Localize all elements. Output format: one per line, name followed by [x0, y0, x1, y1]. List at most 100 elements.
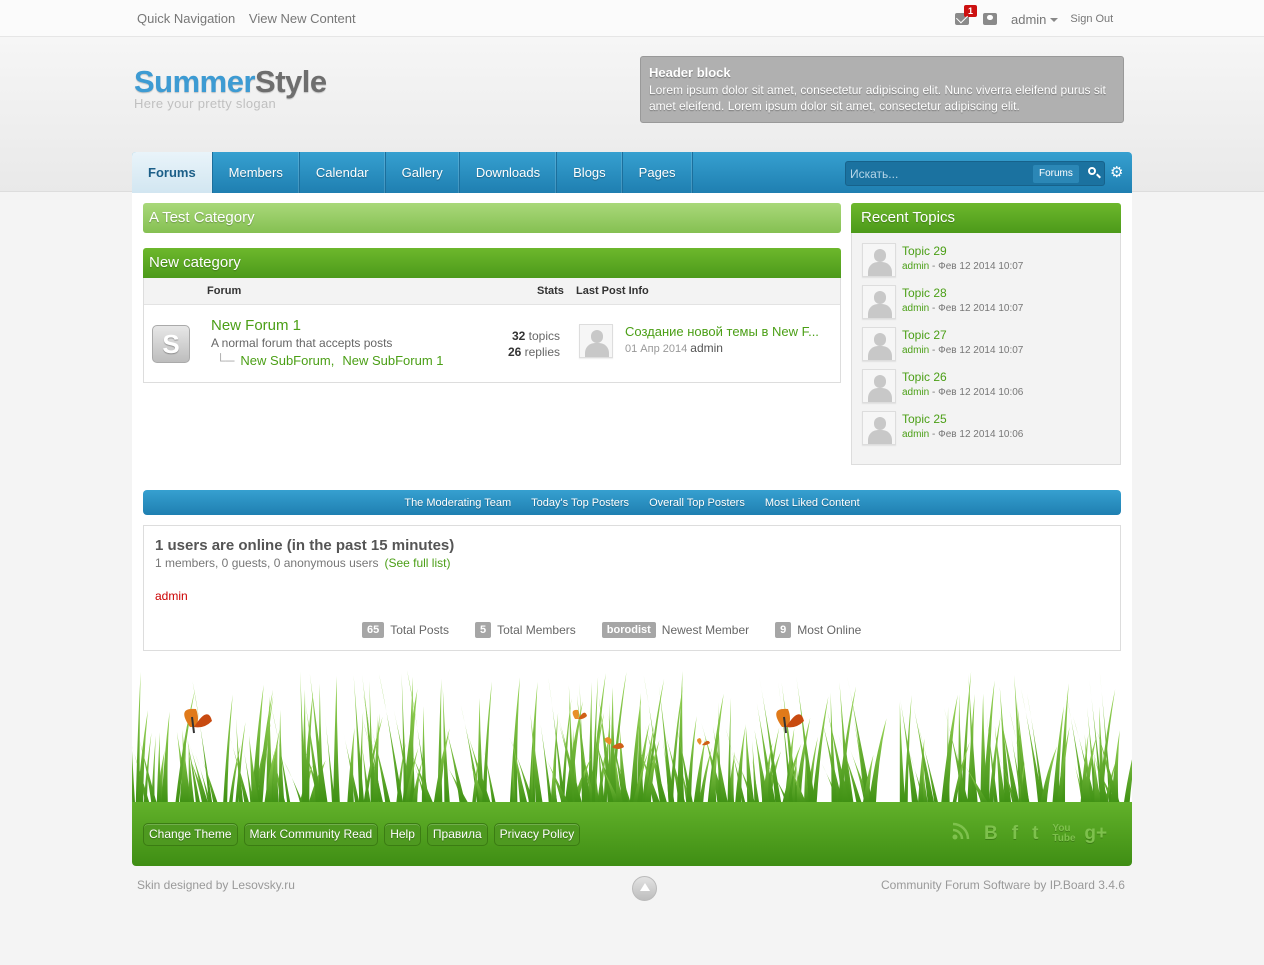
change-theme-button[interactable]: Change Theme: [143, 823, 238, 846]
grass-blade: [677, 670, 685, 805]
last-post-meta: 01 Апр 2014 admin: [625, 341, 723, 355]
skin-credit[interactable]: Skin designed by Lesovsky.ru: [137, 878, 295, 892]
recent-topic-author[interactable]: admin: [902, 261, 929, 272]
online-users-title: 1 users are online (in the past 15 minut…: [155, 537, 455, 554]
grass-blade: [811, 696, 829, 805]
list-item: Topic 25 admin - Фев 12 2014 10:06: [852, 401, 1122, 445]
privacy-policy-button[interactable]: Privacy Policy: [493, 823, 581, 846]
avatar[interactable]: [862, 327, 896, 361]
category-header-test[interactable]: A Test Category: [143, 203, 841, 233]
youtube-icon[interactable]: You Tube: [1052, 824, 1075, 844]
google-plus-icon[interactable]: g+: [1084, 823, 1107, 845]
sign-out-link[interactable]: Sign Out: [1070, 13, 1113, 25]
subforum-link[interactable]: New SubForum 1: [342, 353, 443, 368]
list-item: Topic 29 admin - Фев 12 2014 10:07: [852, 233, 1122, 277]
recent-topic-link[interactable]: Topic 27: [902, 328, 947, 342]
tab-calendar[interactable]: Calendar: [300, 152, 386, 193]
avatar[interactable]: [862, 369, 896, 403]
recent-topic-author[interactable]: admin: [902, 387, 929, 398]
user-menu-link[interactable]: admin: [1011, 12, 1046, 27]
grass-blade: [132, 750, 136, 805]
avatar[interactable]: [579, 324, 613, 358]
blogger-icon[interactable]: B: [984, 823, 998, 845]
recent-topic-link[interactable]: Topic 28: [902, 286, 947, 300]
header-block-text: Lorem ipsum dolor sit amet, consectetur …: [649, 83, 1106, 113]
forum-title-link[interactable]: New Forum 1: [211, 317, 301, 334]
user-bar: Quick Navigation View New Content 1 admi…: [0, 0, 1264, 37]
avatar[interactable]: [862, 411, 896, 445]
grass-blade: [161, 711, 170, 805]
avatar[interactable]: [862, 243, 896, 277]
recent-topic-date: - Фев 12 2014 10:07: [929, 261, 1024, 272]
online-users-summary: 1 members, 0 guests, 0 anonymous users (S…: [155, 556, 450, 570]
quick-navigation-link[interactable]: Quick Navigation: [137, 11, 235, 26]
recent-topic-date: - Фев 12 2014 10:07: [929, 345, 1024, 356]
grass-blade: [778, 681, 794, 805]
view-new-content-link[interactable]: View New Content: [249, 11, 356, 26]
twitter-icon[interactable]: t: [1032, 823, 1038, 845]
messenger-icon[interactable]: 1: [955, 5, 977, 25]
board-stats: 65 Total Posts 5 Total Members borodist New…: [362, 622, 887, 638]
user-links: 1 admin Sign Out: [955, 5, 1113, 28]
column-header-last-post: Last Post Info: [576, 285, 649, 297]
total-members-value: 5: [474, 622, 492, 638]
recent-topic-author[interactable]: admin: [902, 303, 929, 314]
site-logo[interactable]: SummerStyle Here your pretty slogan: [134, 64, 327, 111]
back-to-top-icon[interactable]: [632, 876, 657, 901]
category-header-new[interactable]: New category: [143, 248, 841, 278]
topics-number: 32: [511, 329, 526, 343]
chevron-down-icon[interactable]: [1050, 18, 1059, 22]
help-button[interactable]: Help: [384, 823, 421, 846]
tab-overall-top-posters[interactable]: Overall Top Posters: [649, 497, 745, 509]
search-icon[interactable]: [1085, 165, 1103, 183]
butterfly-icon: [776, 708, 804, 734]
tab-most-liked-content[interactable]: Most Liked Content: [765, 497, 860, 509]
online-user-link[interactable]: admin: [155, 589, 188, 603]
search-input[interactable]: [850, 165, 1030, 182]
tab-gallery[interactable]: Gallery: [386, 152, 460, 193]
grass-blade: [941, 694, 958, 805]
logo-part-style: Style: [255, 64, 327, 99]
list-item: Topic 27 admin - Фев 12 2014 10:07: [852, 317, 1122, 361]
profile-icon[interactable]: [983, 13, 997, 25]
last-post-title-link[interactable]: Создание новой темы в New F...: [625, 324, 819, 339]
newest-member-link[interactable]: borodist: [601, 622, 656, 638]
tab-downloads[interactable]: Downloads: [460, 152, 558, 193]
grass-blade: [899, 701, 906, 805]
rules-button[interactable]: Правила: [426, 823, 488, 846]
header-block-title: Header block: [649, 65, 731, 80]
recent-topic-link[interactable]: Topic 26: [902, 370, 947, 384]
tab-todays-top-posters[interactable]: Today's Top Posters: [531, 497, 629, 509]
tab-pages[interactable]: Pages: [623, 152, 693, 193]
tab-blogs[interactable]: Blogs: [557, 152, 623, 193]
recent-topic-link[interactable]: Topic 29: [902, 244, 947, 258]
software-credit[interactable]: Community Forum Software by IP.Board 3.4…: [881, 878, 1125, 892]
see-full-list-link[interactable]: (See full list): [384, 556, 450, 570]
grass-blade: [156, 732, 162, 805]
rss-icon[interactable]: [952, 822, 970, 846]
last-post-author-link[interactable]: admin: [690, 341, 723, 355]
recent-topic-author[interactable]: admin: [902, 345, 929, 356]
list-item: Topic 28 admin - Фев 12 2014 10:07: [852, 275, 1122, 319]
grass-blade: [1026, 693, 1046, 805]
notification-badge: 1: [964, 5, 977, 17]
tab-forums[interactable]: Forums: [132, 152, 213, 193]
tab-members[interactable]: Members: [213, 152, 300, 193]
column-header-forum: Forum: [207, 285, 242, 297]
topics-label: topics: [528, 329, 560, 343]
butterfly-icon: [184, 708, 212, 734]
logo-title: SummerStyle: [134, 64, 327, 100]
mark-community-read-button[interactable]: Mark Community Read: [243, 823, 379, 846]
search-scope-button[interactable]: Forums: [1033, 165, 1079, 183]
most-online-label: Most Online: [797, 623, 862, 637]
social-links: B f t You Tube g+: [938, 822, 1107, 846]
recent-topic-link[interactable]: Topic 25: [902, 412, 947, 426]
subforum-link[interactable]: New SubForum,: [240, 353, 334, 368]
facebook-icon[interactable]: f: [1012, 823, 1018, 845]
recent-topic-author[interactable]: admin: [902, 429, 929, 440]
last-post-date: 01 Апр 2014: [625, 343, 688, 355]
gear-icon[interactable]: ⚙: [1110, 165, 1123, 180]
avatar[interactable]: [862, 285, 896, 319]
recent-topic-date: - Фев 12 2014 10:07: [929, 303, 1024, 314]
tab-moderating-team[interactable]: The Moderating Team: [404, 497, 511, 509]
